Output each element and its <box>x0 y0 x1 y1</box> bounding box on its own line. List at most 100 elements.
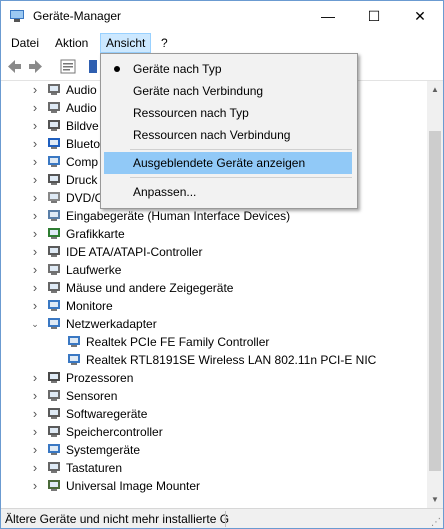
network-icon <box>48 318 60 329</box>
menu-ansicht[interactable]: Ansicht <box>100 33 152 53</box>
menuitem-ressourcen-nach-verbindung[interactable]: Ressourcen nach Verbindung <box>104 124 352 146</box>
expand-chevron-icon[interactable]: › <box>31 297 39 315</box>
properties-icon[interactable] <box>59 58 77 75</box>
maximize-button[interactable]: ☐ <box>351 1 397 33</box>
sensor-icon <box>48 390 60 401</box>
expand-chevron-icon[interactable]: › <box>31 243 39 261</box>
tree-item-label: Softwaregeräte <box>66 407 148 421</box>
menuitem-anpassen[interactable]: Anpassen... <box>104 181 352 203</box>
expand-chevron-icon[interactable]: › <box>31 207 39 225</box>
expand-chevron-icon[interactable]: › <box>31 261 39 279</box>
expand-chevron-icon[interactable]: › <box>31 387 39 405</box>
expand-chevron-icon[interactable]: › <box>31 441 39 459</box>
menuitem-ausgeblendete-geraete[interactable]: Ausgeblendete Geräte anzeigen <box>104 152 352 174</box>
expand-chevron-icon[interactable]: › <box>31 405 39 423</box>
menuitem-label: Anpassen... <box>133 185 197 199</box>
bluetooth-icon <box>48 138 60 149</box>
close-button[interactable]: ✕ <box>397 1 443 33</box>
tree-category-item[interactable]: › Prozessoren <box>1 369 427 387</box>
monitor-icon <box>48 300 60 311</box>
menuitem-label: Ausgeblendete Geräte anzeigen <box>133 156 306 170</box>
tree-item-label: Audio <box>66 101 97 115</box>
tree-category-item[interactable]: › Universal Image Mounter <box>1 477 427 495</box>
menuitem-label: Ressourcen nach Typ <box>133 106 249 120</box>
tree-category-item[interactable]: › Monitore <box>1 297 427 315</box>
expand-chevron-icon[interactable]: › <box>31 369 39 387</box>
tree-category-item[interactable]: › Tastaturen <box>1 459 427 477</box>
menuitem-geraete-nach-typ[interactable]: Geräte nach Typ <box>104 58 352 80</box>
expand-chevron-icon[interactable]: › <box>31 135 39 153</box>
expand-chevron-icon[interactable]: › <box>31 459 39 477</box>
tree-item-label: IDE ATA/ATAPI-Controller <box>66 245 203 259</box>
expand-chevron-icon[interactable]: › <box>31 171 39 189</box>
processor-icon <box>48 372 60 383</box>
forward-icon[interactable] <box>27 58 45 75</box>
minimize-button[interactable]: — <box>305 1 351 33</box>
tree-item-label: DVD/C <box>66 191 104 205</box>
expand-chevron-icon[interactable]: › <box>31 189 39 207</box>
status-text: Ältere Geräte und nicht mehr installiert… <box>5 512 230 526</box>
window-title: Geräte-Manager <box>33 9 122 23</box>
back-icon[interactable] <box>5 58 23 75</box>
tree-item-label: Comp <box>66 155 99 169</box>
tree-item-label: Systemgeräte <box>66 443 141 457</box>
expand-chevron-icon[interactable]: › <box>31 225 39 243</box>
tree-item-label: Monitore <box>66 299 113 313</box>
mouse-icon <box>48 282 60 293</box>
tree-item-label: Druck <box>66 173 98 187</box>
tree-category-item[interactable]: › Grafikkarte <box>1 225 427 243</box>
network-card-icon <box>68 354 80 365</box>
expand-chevron-icon[interactable]: › <box>31 153 39 171</box>
menu-help[interactable]: ? <box>156 33 173 53</box>
tree-item-label: Realtek RTL8191SE Wireless LAN 802.11n P… <box>86 353 377 367</box>
menuitem-label: Ressourcen nach Verbindung <box>133 128 291 142</box>
tree-category-item[interactable]: › Sensoren <box>1 387 427 405</box>
menu-datei[interactable]: Datei <box>6 33 44 53</box>
collapse-chevron-icon[interactable]: ⌄ <box>31 315 39 333</box>
storage-controller-icon <box>48 426 60 437</box>
software-device-icon <box>48 408 60 419</box>
scroll-up-icon[interactable]: ▲ <box>427 81 443 98</box>
hid-icon <box>48 210 60 221</box>
speaker-icon <box>48 102 60 113</box>
menuitem-label: Geräte nach Verbindung <box>133 84 264 98</box>
tree-child-item[interactable]: Realtek PCIe FE Family Controller <box>1 333 427 351</box>
tree-child-item[interactable]: Realtek RTL8191SE Wireless LAN 802.11n P… <box>1 351 427 369</box>
computer-icon <box>48 156 60 167</box>
menuitem-ressourcen-nach-typ[interactable]: Ressourcen nach Typ <box>104 102 352 124</box>
tree-item-label: Mäuse und andere Zeigegeräte <box>66 281 234 295</box>
tree-item-label: Laufwerke <box>66 263 122 277</box>
scrollbar-thumb[interactable] <box>429 131 441 471</box>
vertical-scrollbar[interactable]: ▲ ▼ <box>427 81 443 508</box>
tree-category-item[interactable]: › IDE ATA/ATAPI-Controller <box>1 243 427 261</box>
resize-grip-icon[interactable]: ⋰ <box>431 517 441 528</box>
tree-category-item[interactable]: › Laufwerke <box>1 261 427 279</box>
system-device-icon <box>48 444 60 455</box>
display-adapter-icon <box>48 228 60 239</box>
expand-chevron-icon[interactable]: › <box>31 477 39 495</box>
tree-item-label: Audio <box>66 83 97 97</box>
tree-category-item[interactable]: › Eingabegeräte (Human Interface Devices) <box>1 207 427 225</box>
expand-chevron-icon[interactable]: › <box>31 279 39 297</box>
printer-icon <box>48 174 60 185</box>
tree-category-item[interactable]: › Speichercontroller <box>1 423 427 441</box>
expand-chevron-icon[interactable]: › <box>31 81 39 99</box>
ide-controller-icon <box>48 246 60 257</box>
expand-chevron-icon[interactable]: › <box>31 423 39 441</box>
expand-chevron-icon[interactable]: › <box>31 99 39 117</box>
menu-separator <box>130 149 352 150</box>
tree-category-item[interactable]: ⌄ Netzwerkadapter <box>1 315 427 333</box>
tree-category-item[interactable]: › Mäuse und andere Zeigegeräte <box>1 279 427 297</box>
tree-item-label: Tastaturen <box>66 461 123 475</box>
tree-category-item[interactable]: › Systemgeräte <box>1 441 427 459</box>
expand-chevron-icon[interactable]: › <box>31 117 39 135</box>
tree-item-label: Sensoren <box>66 389 118 403</box>
menu-aktion[interactable]: Aktion <box>50 33 93 53</box>
radio-bullet-icon <box>114 66 120 72</box>
menuitem-geraete-nach-verbindung[interactable]: Geräte nach Verbindung <box>104 80 352 102</box>
tree-category-item[interactable]: › Softwaregeräte <box>1 405 427 423</box>
title-bar[interactable]: Geräte-Manager — ☐ ✕ <box>1 1 443 33</box>
status-divider <box>225 511 226 527</box>
tree-item-label: Eingabegeräte (Human Interface Devices) <box>66 209 291 223</box>
scroll-down-icon[interactable]: ▼ <box>427 491 443 508</box>
